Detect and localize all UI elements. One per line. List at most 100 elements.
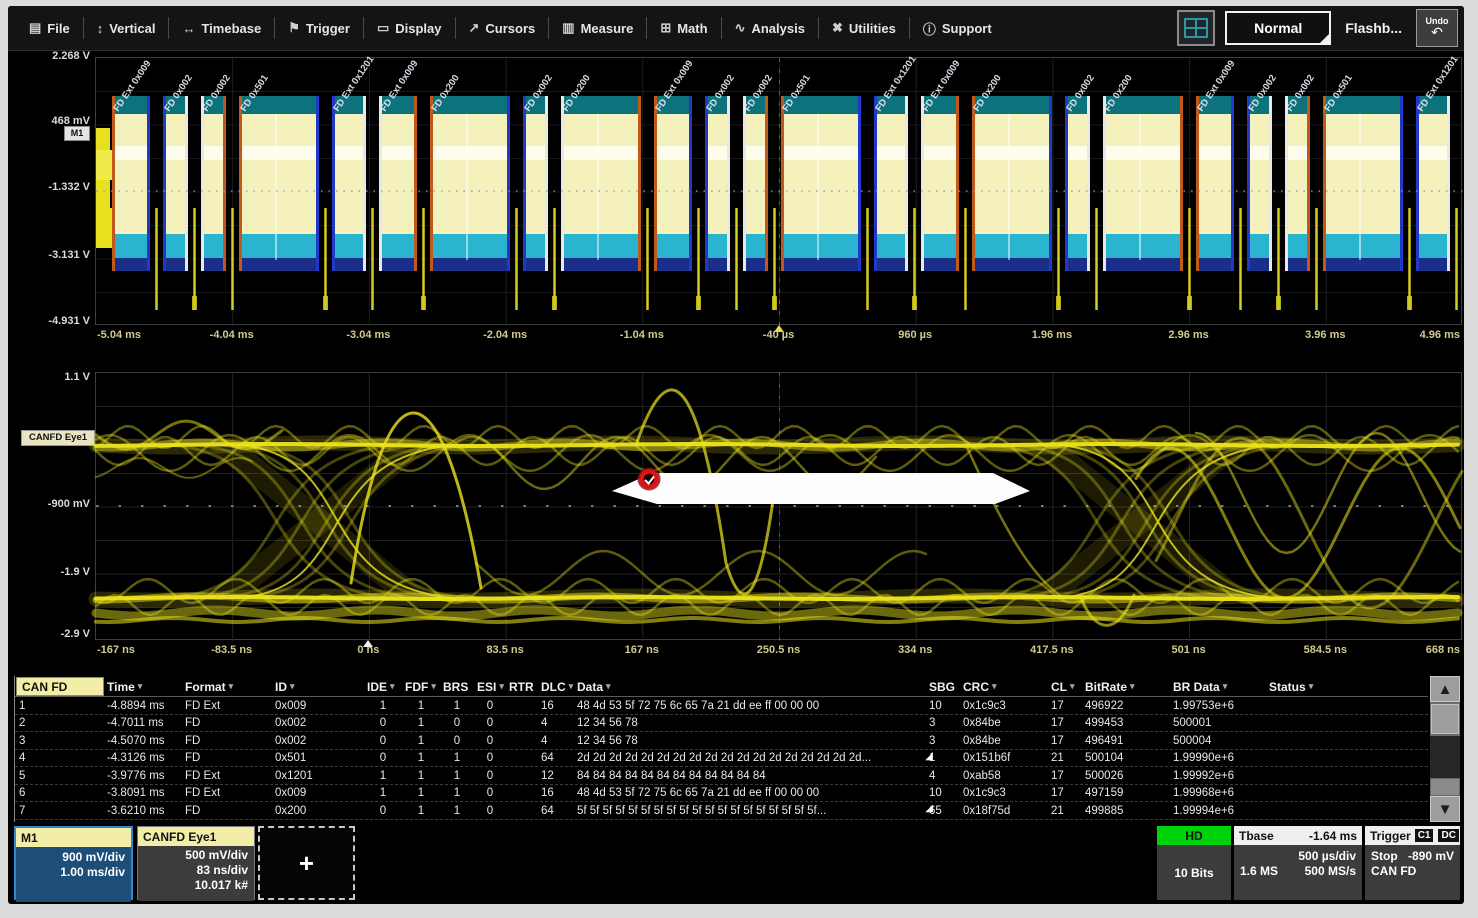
menu-item-vertical[interactable]: ↕Vertical	[84, 6, 169, 50]
table-row[interactable]: 1-4.8894 msFD Ext0x00911101648 4d 53 5f …	[15, 697, 1428, 715]
top-time-tick: -3.04 ms	[346, 329, 390, 341]
trigger-icon: ⚑	[288, 20, 300, 36]
column-header-cl[interactable]: CL▾	[1051, 676, 1079, 697]
column-header-data[interactable]: Data▾	[577, 676, 923, 697]
add-trace-button[interactable]: +	[258, 826, 355, 900]
m1-channel-badge[interactable]: M1	[64, 126, 90, 141]
table-row[interactable]: 3-4.5070 msFD0x0020100412 34 56 7830x84b…	[15, 732, 1428, 750]
table-row[interactable]: 4-4.3126 msFD0x5010110642d 2d 2d 2d 2d 2…	[15, 750, 1428, 768]
column-header-ide[interactable]: IDE▾	[367, 676, 399, 697]
table-cell: -3.6210 ms	[107, 802, 179, 819]
table-cell: 1	[405, 802, 437, 819]
eye-time-axis: -167 ns-83.5 ns0 ns83.5 ns167 ns250.5 ns…	[95, 642, 1462, 662]
column-header-time[interactable]: Time▾	[107, 676, 179, 697]
table-cell: FD Ext	[185, 697, 269, 714]
column-header-esi[interactable]: ESI▾	[477, 676, 503, 697]
column-header-crc[interactable]: CRC▾	[963, 676, 1045, 697]
table-cell: FD Ext	[185, 785, 269, 802]
menu-item-support[interactable]: ⓘSupport	[910, 6, 1005, 50]
filter-arrow-icon[interactable]: ▾	[290, 681, 295, 692]
trigger-box[interactable]: Trigger C1 DC Stop -890 mV CAN FD	[1365, 826, 1460, 900]
column-header-rtr[interactable]: RTR	[509, 676, 535, 697]
tbase-rate: 500 MS/s	[1305, 864, 1356, 879]
column-header-bitrate[interactable]: BitRate▾	[1085, 676, 1167, 697]
column-header-dlc[interactable]: DLC▾	[541, 676, 571, 697]
decode-protocol-tab[interactable]: CAN FD	[16, 677, 104, 696]
eye-volt-label: -2.9 V	[10, 628, 90, 640]
filter-arrow-icon[interactable]: ▾	[606, 681, 611, 692]
eye-volt-label: 1.1 V	[10, 371, 90, 383]
scrollbar-track[interactable]	[1430, 736, 1460, 778]
column-header-sbg[interactable]: SBG	[929, 676, 957, 697]
table-cell: 48 4d 53 5f 72 75 6c 65 7a 21 dd ee ff 0…	[577, 697, 923, 714]
menu-item-math[interactable]: ⊞Math	[647, 6, 720, 50]
table-row[interactable]: 6-3.8091 msFD Ext0x00911101648 4d 53 5f …	[15, 785, 1428, 803]
eye-diagram-plot[interactable]	[95, 372, 1462, 640]
filter-arrow-icon[interactable]: ▾	[992, 681, 997, 692]
menu-item-cursors[interactable]: ↗Cursors	[456, 6, 549, 50]
eye1-descriptor-box[interactable]: CANFD Eye1 500 mV/div 83 ns/div 10.017 k…	[137, 826, 255, 900]
m1-descriptor-box[interactable]: M1 900 mV/div 1.00 ms/div	[14, 826, 133, 900]
table-row[interactable]: 5-3.9776 msFD Ext0x120111101284 84 84 84…	[15, 767, 1428, 785]
can-waveform-plot[interactable]: FD Ext 0x009FD 0x002FD 0x002FD 0x501FD E…	[95, 57, 1462, 325]
filter-arrow-icon[interactable]: ▾	[1130, 681, 1135, 692]
column-header-format[interactable]: Format▾	[185, 676, 269, 697]
can-waveform-svg: FD Ext 0x009FD 0x002FD 0x002FD 0x501FD E…	[96, 58, 1463, 326]
timebase-box[interactable]: Tbase -1.64 ms 500 µs/div 1.6 MS 500 MS/…	[1234, 826, 1362, 900]
table-cell: FD	[185, 750, 269, 767]
undo-icon: ↶	[1431, 25, 1443, 39]
filter-arrow-icon[interactable]: ▾	[138, 681, 143, 692]
column-header-id[interactable]: ID▾	[275, 676, 361, 697]
table-scrollbar[interactable]: ▲ ▼	[1430, 676, 1460, 822]
eye-time-tick: 501 ns	[1171, 644, 1205, 656]
table-cell	[1269, 802, 1427, 819]
filter-arrow-icon[interactable]: ▾	[1070, 681, 1075, 692]
eye-trace-badge[interactable]: CANFD Eye1	[21, 430, 95, 446]
menu-item-timebase[interactable]: ↔Timebase	[169, 6, 274, 50]
menu-item-file[interactable]: ▤File	[16, 6, 83, 50]
top-time-tick: 2.96 ms	[1168, 329, 1208, 341]
column-header-status[interactable]: Status▾	[1269, 676, 1427, 697]
scroll-up-icon[interactable]: ▲	[1430, 676, 1460, 702]
filter-arrow-icon[interactable]: ▾	[1223, 681, 1228, 692]
tbase-label: Tbase	[1239, 829, 1274, 843]
filter-arrow-icon[interactable]: ▾	[499, 681, 504, 692]
scrollbar-thumb[interactable]	[1431, 704, 1459, 734]
table-cell: 500104	[1085, 750, 1167, 767]
display-mode-dropdown[interactable]: Normal	[1225, 11, 1331, 45]
filter-arrow-icon[interactable]: ▾	[229, 681, 234, 692]
grid-display-button[interactable]	[1177, 10, 1215, 46]
table-cell: 5f 5f 5f 5f 5f 5f 5f 5f 5f 5f 5f 5f 5f 5…	[577, 802, 937, 819]
trigger-coupling-badge: DC	[1437, 828, 1459, 843]
menu-item-analysis[interactable]: ∿Analysis	[722, 6, 818, 50]
menu-item-display[interactable]: ▭Display	[364, 6, 455, 50]
filter-arrow-icon[interactable]: ▾	[569, 681, 574, 692]
top-time-tick: -40 µs	[763, 329, 794, 341]
hd-mode-box[interactable]: HD 10 Bits	[1157, 826, 1231, 900]
table-row[interactable]: 7-3.6210 msFD0x2000110645f 5f 5f 5f 5f 5…	[15, 802, 1428, 820]
menu-item-label: Timebase	[201, 21, 261, 36]
menu-bar: ▤File↕Vertical↔Timebase⚑Trigger▭Display↗…	[8, 6, 1464, 51]
table-row[interactable]: 2-4.7011 msFD0x0020100412 34 56 7830x84b…	[15, 715, 1428, 733]
column-header-brs[interactable]: BRS	[443, 676, 471, 697]
menu-right-cluster: Normal Flashb... Undo ↶	[1177, 6, 1458, 50]
table-cell: 0x1c9c3	[963, 785, 1045, 802]
table-cell: 16	[541, 785, 571, 802]
table-cell: 1	[443, 785, 471, 802]
column-header-br-data[interactable]: BR Data▾	[1173, 676, 1263, 697]
top-volt-label: -1.332 V	[10, 181, 90, 193]
column-header-fdf[interactable]: FDF▾	[405, 676, 437, 697]
menu-item-trigger[interactable]: ⚑Trigger	[275, 6, 363, 50]
menu-item-measure[interactable]: ▥Measure	[549, 6, 646, 50]
menu-item-utilities[interactable]: ✖Utilities	[819, 6, 909, 50]
top-time-tick: 960 µs	[898, 329, 932, 341]
scroll-down-icon[interactable]: ▼	[1430, 796, 1460, 822]
table-cell: 1.99753e+6	[1173, 697, 1263, 714]
filter-arrow-icon[interactable]: ▾	[431, 681, 436, 692]
filter-arrow-icon[interactable]: ▾	[390, 681, 395, 692]
undo-button[interactable]: Undo ↶	[1416, 9, 1458, 47]
filter-arrow-icon[interactable]: ▾	[1309, 681, 1314, 692]
flashback-label[interactable]: Flashb...	[1341, 20, 1406, 36]
table-cell: 0xab58	[963, 767, 1045, 784]
display-mode-label: Normal	[1254, 20, 1302, 36]
